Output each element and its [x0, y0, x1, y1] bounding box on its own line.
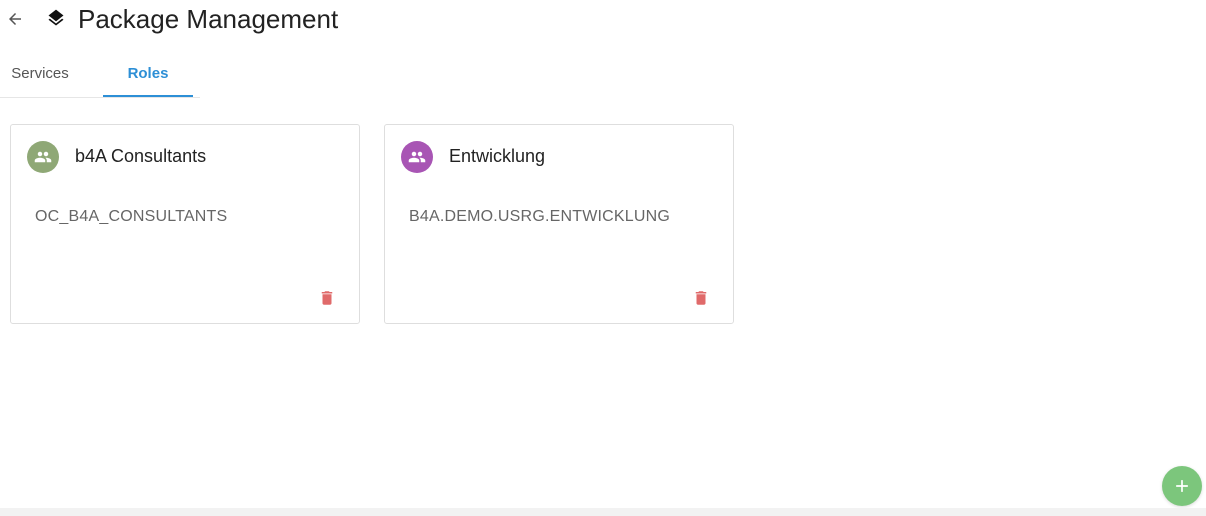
avatar: [401, 141, 433, 173]
users-icon: [408, 151, 426, 163]
users-icon: [34, 151, 52, 163]
page-title: Package Management: [78, 4, 339, 34]
back-button[interactable]: [4, 8, 26, 30]
plus-icon: [1176, 480, 1188, 492]
role-card[interactable]: Entwicklung B4A.DEMO.USRG.ENTWICKLUNG: [384, 124, 734, 324]
avatar: [27, 141, 59, 173]
role-code: OC_B4A_CONSULTANTS: [35, 208, 228, 225]
role-code: B4A.DEMO.USRG.ENTWICKLUNG: [409, 208, 671, 225]
tab-roles[interactable]: Roles: [103, 50, 193, 97]
tab-bar: Services Roles: [0, 50, 200, 98]
tab-services[interactable]: Services: [0, 50, 80, 97]
delete-button[interactable]: [317, 287, 337, 309]
role-name: Entwicklung: [449, 146, 546, 166]
arrow-left-icon: [9, 13, 21, 25]
trash-icon: [695, 291, 707, 305]
role-name: b4A Consultants: [75, 146, 207, 166]
role-card[interactable]: b4A Consultants OC_B4A_CONSULTANTS: [10, 124, 360, 324]
layers-icon: [46, 8, 66, 28]
bottom-bar: [0, 508, 1206, 516]
add-role-button[interactable]: [1162, 466, 1202, 506]
delete-button[interactable]: [691, 287, 711, 309]
trash-icon: [321, 291, 333, 305]
active-tab-indicator: [103, 95, 193, 97]
page-header: Package Management: [0, 0, 1206, 40]
